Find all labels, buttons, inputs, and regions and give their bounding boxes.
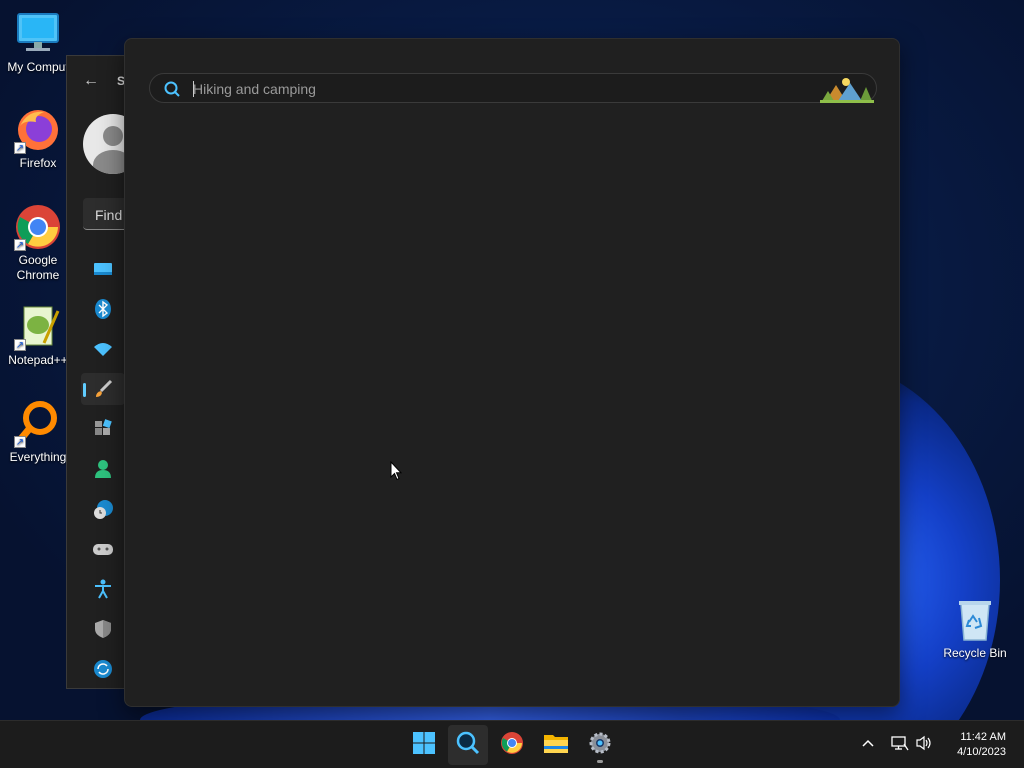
network-status-button[interactable] bbox=[891, 721, 909, 768]
search-highlight-camping-icon[interactable] bbox=[820, 75, 874, 103]
taskbar: 11:42 AM 4/10/2023 bbox=[0, 720, 1024, 768]
desktop-icon-label: Notepad++ bbox=[8, 353, 68, 367]
search-icon bbox=[456, 731, 480, 760]
desktop-icon-google-chrome[interactable]: ↗ Google Chrome bbox=[0, 203, 76, 283]
desktop-icon-label: Everything bbox=[9, 450, 67, 464]
running-indicator bbox=[597, 760, 603, 763]
system-icon[interactable] bbox=[81, 253, 125, 285]
chrome-icon: ↗ bbox=[14, 203, 62, 251]
chevron-up-icon bbox=[860, 735, 876, 756]
search-icon bbox=[164, 81, 180, 97]
firefox-icon: ↗ bbox=[14, 106, 62, 154]
back-arrow-icon[interactable]: ← bbox=[83, 72, 99, 90]
time-language-icon[interactable] bbox=[81, 493, 125, 525]
show-hidden-icons-button[interactable] bbox=[860, 721, 876, 768]
desktop-icon-everything[interactable]: ↗ Everything bbox=[0, 400, 76, 464]
personalization-icon[interactable] bbox=[81, 373, 125, 405]
gear-icon bbox=[588, 731, 612, 760]
desktop-icon-label: Firefox bbox=[19, 156, 57, 170]
notepadpp-icon: ↗ bbox=[14, 303, 62, 351]
desktop-icon-label: Recycle Bin bbox=[943, 646, 1007, 660]
shortcut-arrow-icon: ↗ bbox=[14, 142, 26, 154]
search-box[interactable]: Hiking and camping bbox=[149, 73, 877, 103]
windows-update-icon[interactable] bbox=[81, 653, 125, 685]
recycle-bin-icon bbox=[951, 596, 999, 644]
accounts-icon[interactable] bbox=[81, 453, 125, 485]
search-input[interactable]: Hiking and camping bbox=[193, 81, 316, 97]
network-icon[interactable] bbox=[81, 333, 125, 365]
clock-time: 11:42 AM bbox=[960, 731, 1006, 743]
volume-button[interactable] bbox=[916, 721, 934, 768]
mouse-cursor-icon bbox=[390, 460, 403, 486]
desktop-icon-notepadpp[interactable]: ↗ Notepad++ bbox=[0, 303, 76, 367]
start-button[interactable] bbox=[404, 725, 444, 765]
shortcut-arrow-icon: ↗ bbox=[14, 239, 26, 251]
desktop-icon-recycle-bin[interactable]: Recycle Bin bbox=[937, 596, 1013, 660]
shortcut-arrow-icon: ↗ bbox=[14, 436, 26, 448]
desktop-icon-firefox[interactable]: ↗ Firefox bbox=[0, 106, 76, 170]
network-icon bbox=[891, 735, 909, 756]
file-explorer-button[interactable] bbox=[536, 725, 576, 765]
settings-taskbar-button[interactable] bbox=[580, 725, 620, 765]
chrome-taskbar-button[interactable] bbox=[492, 725, 532, 765]
desktop-icon-label: My Comput bbox=[7, 60, 69, 74]
search-button[interactable] bbox=[448, 725, 488, 765]
windows-logo-icon bbox=[412, 731, 436, 760]
folder-icon bbox=[543, 732, 569, 759]
chrome-icon bbox=[500, 731, 524, 760]
volume-icon bbox=[916, 735, 934, 756]
gaming-icon[interactable] bbox=[81, 533, 125, 565]
accessibility-icon[interactable] bbox=[81, 573, 125, 605]
bluetooth-icon[interactable] bbox=[81, 293, 125, 325]
everything-icon: ↗ bbox=[14, 400, 62, 448]
search-flyout[interactable]: Hiking and camping bbox=[124, 38, 900, 707]
system-clock[interactable]: 11:42 AM 4/10/2023 bbox=[957, 730, 1006, 760]
privacy-security-icon[interactable] bbox=[81, 613, 125, 645]
text-caret bbox=[193, 81, 194, 97]
apps-icon[interactable] bbox=[81, 413, 125, 445]
computer-icon bbox=[14, 10, 62, 58]
clock-date: 4/10/2023 bbox=[957, 746, 1006, 758]
desktop-icon-label: Google Chrome bbox=[16, 253, 60, 282]
desktop-icon-my-computer[interactable]: My Comput bbox=[0, 10, 76, 74]
shortcut-arrow-icon: ↗ bbox=[14, 339, 26, 351]
